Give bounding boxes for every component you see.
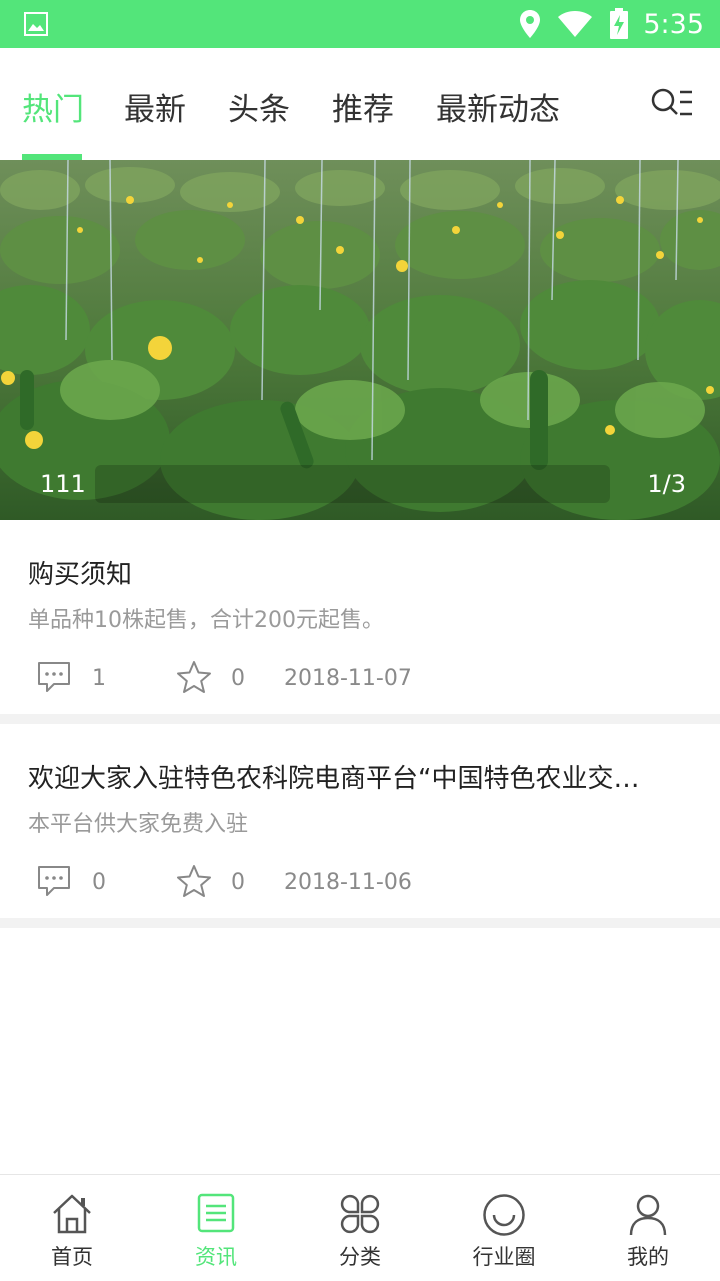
status-time: 5:35	[643, 8, 704, 40]
top-tab-bar: 热门 最新 头条 推荐 最新动态	[0, 48, 720, 160]
article-meta: 0 0 2018-11-06	[0, 864, 720, 904]
nav-industry-circle-label: 行业圈	[472, 1245, 536, 1269]
status-bar: 5:35	[0, 0, 720, 48]
divider	[0, 918, 720, 928]
nav-home[interactable]: 首页	[0, 1175, 144, 1281]
banner-page-counter: 1/3	[647, 470, 686, 498]
article-summary: 单品种10株起售，合计200元起售。	[28, 608, 384, 633]
tab-hot[interactable]: 热门	[22, 84, 84, 129]
nav-home-label: 首页	[51, 1245, 93, 1269]
favorite-count: 0	[231, 666, 245, 691]
battery-charging-icon	[609, 8, 629, 40]
tab-latest[interactable]: 最新	[124, 84, 186, 129]
image-icon	[24, 12, 48, 40]
nav-industry-circle[interactable]: 行业圈	[432, 1175, 576, 1281]
favorite-count: 0	[231, 870, 245, 895]
tab-latest-news[interactable]: 最新动态	[436, 84, 560, 129]
nav-news-label: 资讯	[195, 1245, 237, 1269]
bottom-nav: 首页 资讯 分类 行业圈 我的	[0, 1174, 720, 1280]
nav-mine-label: 我的	[627, 1245, 669, 1269]
article-meta: 1 0 2018-11-07	[0, 660, 720, 700]
circle-smile-icon	[482, 1193, 526, 1241]
article-title: 购买须知	[28, 560, 133, 590]
tab-recommended[interactable]: 推荐	[332, 84, 394, 129]
divider	[0, 714, 720, 724]
home-icon	[51, 1193, 93, 1239]
comment-count: 0	[92, 870, 106, 895]
article-item[interactable]: 购买须知 单品种10株起售，合计200元起售。 1 0 2018-11-07	[0, 520, 720, 716]
comment-icon[interactable]	[36, 660, 72, 698]
article-title: 欢迎大家入驻特色农科院电商平台“中国特色农业交…	[28, 764, 640, 794]
wifi-icon	[557, 10, 593, 38]
nav-mine[interactable]: 我的	[576, 1175, 720, 1281]
nav-news[interactable]: 资讯	[144, 1175, 288, 1281]
comment-icon[interactable]	[36, 864, 72, 902]
news-icon	[197, 1193, 235, 1237]
article-summary: 本平台供大家免费入驻	[28, 812, 249, 837]
user-icon	[628, 1193, 668, 1241]
star-icon[interactable]	[176, 660, 212, 698]
banner-image	[0, 160, 720, 520]
category-icon	[339, 1193, 381, 1239]
comment-count: 1	[92, 666, 106, 691]
nav-category[interactable]: 分类	[288, 1175, 432, 1281]
tab-headlines[interactable]: 头条	[228, 84, 290, 129]
star-icon[interactable]	[176, 864, 212, 902]
article-date: 2018-11-06	[284, 870, 412, 895]
banner-carousel[interactable]: 111 1/3	[0, 160, 720, 520]
article-date: 2018-11-07	[284, 666, 412, 691]
nav-category-label: 分类	[339, 1245, 381, 1269]
search-list-icon[interactable]	[650, 86, 694, 122]
banner-caption: 111	[40, 470, 86, 498]
article-item[interactable]: 欢迎大家入驻特色农科院电商平台“中国特色农业交… 本平台供大家免费入驻 0 0 …	[0, 724, 720, 918]
location-icon	[519, 9, 541, 39]
